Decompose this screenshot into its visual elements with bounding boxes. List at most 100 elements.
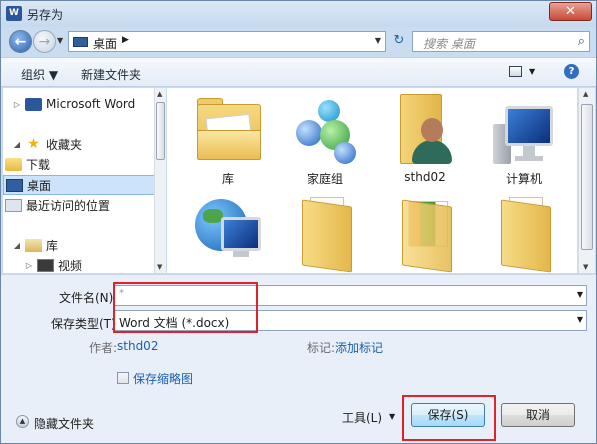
window-title: 另存为	[27, 8, 64, 22]
cancel-button[interactable]: 取消	[501, 403, 575, 427]
user-folder-icon	[390, 94, 460, 166]
file-item-label: 库	[221, 172, 234, 186]
back-button[interactable]: ←	[9, 30, 32, 53]
sidebar-item-label: 库	[46, 238, 59, 253]
file-item-label: 计算机	[505, 172, 542, 186]
scroll-up-icon[interactable]: ▲	[157, 90, 162, 98]
library-folder-icon	[193, 94, 263, 166]
desktop-icon	[73, 37, 88, 47]
desktop-icon	[6, 178, 23, 192]
tools-dropdown-icon[interactable]: ▼	[389, 412, 395, 421]
new-folder-button[interactable]: 新建文件夹	[81, 66, 141, 83]
library-icon	[25, 238, 42, 252]
file-item-library[interactable]: 库	[183, 94, 273, 187]
navigation-bar: ← → ▼ 桌面 ▶ ▼ ↻ 搜索 桌面 ⌕	[1, 27, 596, 55]
collapse-up-icon[interactable]: ▲	[16, 415, 29, 428]
chevron-down-icon[interactable]: ▼	[577, 290, 583, 299]
file-list: 库 家庭组 sthd02 计算机	[167, 88, 577, 273]
help-icon[interactable]: ?	[564, 64, 579, 79]
video-icon	[37, 258, 54, 272]
save-thumbnail-checkbox[interactable]	[117, 372, 129, 384]
scroll-down-icon[interactable]: ▼	[157, 263, 162, 271]
organize-menu[interactable]: 组织 ▼	[21, 66, 58, 83]
sidebar-item-label: 桌面	[27, 178, 52, 193]
file-item-folder[interactable]	[479, 193, 569, 273]
refresh-icon: ↻	[393, 33, 405, 48]
folder-icon	[390, 193, 460, 273]
file-item-label: 家庭组	[306, 172, 343, 186]
sidebar-item-label: 最近访问的位置	[26, 198, 111, 213]
recent-pages-dropdown[interactable]: ▼	[57, 36, 63, 45]
sidebar-item-desktop[interactable]: 桌面	[3, 175, 154, 195]
sidebar-item-label: 收藏夹	[46, 137, 83, 152]
scrollbar-thumb[interactable]	[156, 102, 165, 160]
file-type-label: 保存类型(T):	[51, 317, 120, 331]
chevron-right-icon[interactable]: ▶	[122, 35, 129, 45]
folder-icon	[489, 193, 559, 273]
address-dropdown-icon[interactable]: ▼	[375, 36, 381, 45]
navigation-scrollbar[interactable]: ▲ ▼	[154, 88, 166, 273]
author-label: 作者:	[89, 341, 118, 355]
collapse-arrow-icon[interactable]: ◢	[11, 241, 23, 250]
chevron-down-icon[interactable]: ▼	[577, 315, 583, 324]
folder-icon	[290, 193, 360, 273]
sidebar-item-favorites[interactable]: ◢ ★ 收藏夹	[3, 134, 154, 154]
search-input[interactable]: 搜索 桌面 ⌕	[412, 31, 590, 52]
author-value[interactable]: sthd02	[117, 339, 158, 353]
word-icon	[25, 97, 42, 111]
file-item-network[interactable]	[183, 193, 273, 269]
filename-value[interactable]: *	[119, 288, 124, 299]
title-bar: W 另存为 ✕	[1, 1, 596, 27]
expand-arrow-icon[interactable]: ▷	[11, 100, 23, 109]
save-thumbnail-label[interactable]: 保存缩略图	[133, 370, 193, 387]
sidebar-item-libraries[interactable]: ◢ 库	[3, 235, 154, 255]
view-dropdown-icon[interactable]: ▼	[529, 67, 535, 76]
file-item-folder[interactable]	[280, 193, 370, 273]
sidebar-item-label: 下载	[26, 157, 51, 172]
word-icon: W	[6, 6, 22, 21]
computer-icon	[489, 94, 559, 166]
scrollbar-thumb[interactable]	[581, 104, 593, 250]
tags-label: 标记:	[307, 341, 336, 355]
sidebar-item-recent[interactable]: 最近访问的位置	[3, 195, 154, 215]
file-item-folder[interactable]	[380, 193, 470, 273]
file-type-value: Word 文档 (*.docx)	[119, 316, 230, 330]
file-item-computer[interactable]: 计算机	[479, 94, 569, 187]
save-button[interactable]: 保存(S)	[411, 403, 485, 427]
sidebar-item-downloads[interactable]: 下载	[3, 154, 154, 174]
save-options-panel: 文件名(N): * ▼ 保存类型(T): Word 文档 (*.docx) ▼ …	[1, 274, 596, 443]
folder-icon	[5, 157, 22, 171]
recent-places-icon	[5, 198, 22, 212]
back-arrow-icon: ←	[14, 33, 27, 50]
file-type-select[interactable]: Word 文档 (*.docx) ▼	[114, 310, 587, 331]
file-item-user[interactable]: sthd02	[380, 94, 470, 184]
address-bar[interactable]: 桌面 ▶ ▼	[68, 31, 386, 52]
forward-button[interactable]: →	[33, 30, 56, 53]
refresh-button[interactable]: ↻	[389, 31, 409, 52]
hide-folders-button[interactable]: 隐藏文件夹	[34, 415, 94, 432]
navigation-pane: ▷ Microsoft Word ◢ ★ 收藏夹 下载 桌面 最近访问的位置 ◢…	[3, 88, 155, 273]
add-tags-link[interactable]: 添加标记	[335, 339, 383, 356]
filename-label: 文件名(N):	[59, 291, 118, 305]
file-item-label: sthd02	[404, 170, 446, 184]
file-list-scrollbar[interactable]: ▲ ▼	[578, 88, 595, 273]
close-button[interactable]: ✕	[549, 2, 592, 21]
search-icon[interactable]: ⌕	[578, 34, 585, 49]
collapse-arrow-icon[interactable]: ◢	[11, 140, 23, 149]
homegroup-icon	[290, 94, 360, 166]
tools-menu[interactable]: 工具(L)	[342, 409, 382, 426]
sidebar-item-word[interactable]: ▷ Microsoft Word	[3, 94, 154, 114]
save-as-dialog: W 另存为 ✕ ← → ▼ 桌面 ▶ ▼ ↻ 搜索 桌面 ⌕ 组织 ▼ 新建文件…	[0, 0, 597, 444]
network-icon	[193, 193, 263, 265]
forward-arrow-icon: →	[38, 33, 51, 50]
filename-field[interactable]: * ▼	[114, 285, 587, 306]
sidebar-item-videos[interactable]: ▷ 视频	[3, 255, 154, 273]
view-options-icon[interactable]	[509, 66, 522, 77]
search-placeholder: 搜索 桌面	[423, 37, 475, 51]
sidebar-item-label: 视频	[58, 258, 83, 273]
address-location[interactable]: 桌面	[93, 35, 117, 52]
file-item-homegroup[interactable]: 家庭组	[280, 94, 370, 187]
scroll-up-icon[interactable]: ▲	[583, 90, 588, 98]
expand-arrow-icon[interactable]: ▷	[23, 261, 35, 270]
scroll-down-icon[interactable]: ▼	[583, 263, 588, 271]
